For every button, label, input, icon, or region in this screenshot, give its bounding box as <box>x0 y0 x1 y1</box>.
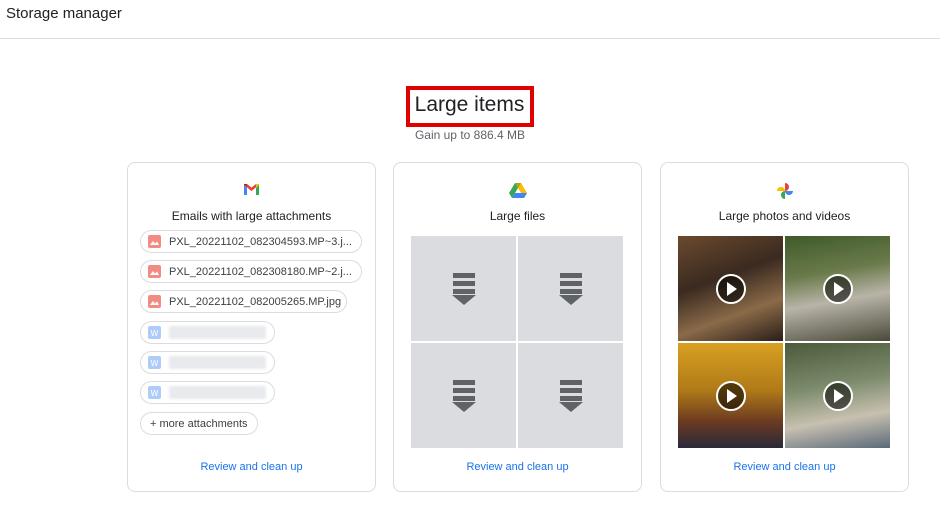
redacted-name <box>169 356 266 369</box>
attachment-name: PXL_20221102_082304593.MP~3.j... <box>169 235 352 248</box>
image-file-icon <box>148 265 161 278</box>
play-icon <box>822 380 853 411</box>
video-thumbnail[interactable] <box>678 236 783 341</box>
redacted-name <box>169 386 266 399</box>
large-photos-card: Large photos and videos Review and clean… <box>660 162 909 492</box>
review-clean-up-link[interactable]: Review and clean up <box>661 461 908 473</box>
word-file-icon: W <box>148 386 161 399</box>
more-attachments-button[interactable]: + more attachments <box>140 412 258 435</box>
attachment-chip[interactable]: W <box>140 381 275 404</box>
video-thumbnail[interactable] <box>678 343 783 448</box>
word-file-icon: W <box>148 356 161 369</box>
play-icon <box>715 273 746 304</box>
attachment-name: PXL_20221102_082308180.MP~2.j... <box>169 265 352 278</box>
top-bar: Storage manager <box>0 0 940 39</box>
download-icon <box>558 379 583 412</box>
attachment-name: PXL_20221102_082005265.MP.jpg <box>169 295 342 308</box>
attachment-chip[interactable]: W <box>140 351 275 374</box>
video-thumbnail[interactable] <box>785 343 890 448</box>
attachment-chip[interactable]: PXL_20221102_082304593.MP~3.j... <box>140 230 362 253</box>
play-icon <box>715 380 746 411</box>
large-files-card: Large files Review and clean up <box>393 162 642 492</box>
page-title: Large items <box>405 86 535 127</box>
play-icon <box>822 273 853 304</box>
card-title: Large photos and videos <box>718 209 851 223</box>
image-file-icon <box>148 235 161 248</box>
google-photos-icon <box>661 183 908 199</box>
card-title: Emails with large attachments <box>171 209 332 223</box>
word-file-icon: W <box>148 326 161 339</box>
download-icon <box>451 272 476 305</box>
redacted-name <box>169 326 266 339</box>
media-preview-grid <box>678 236 892 450</box>
attachment-chip[interactable]: PXL_20221102_082308180.MP~2.j... <box>140 260 362 283</box>
svg-text:W: W <box>151 329 159 338</box>
google-drive-icon <box>394 183 641 199</box>
file-preview-tile[interactable] <box>411 236 516 341</box>
image-file-icon <box>148 295 161 308</box>
gmail-icon <box>128 183 375 199</box>
app-title: Storage manager <box>6 5 122 22</box>
download-icon <box>451 379 476 412</box>
card-title: Large files <box>489 209 546 223</box>
file-preview-grid <box>411 236 625 450</box>
review-clean-up-link[interactable]: Review and clean up <box>128 461 375 473</box>
attachment-chip[interactable]: W <box>140 321 275 344</box>
attachment-chip[interactable]: PXL_20221102_082005265.MP.jpg <box>140 290 347 313</box>
svg-text:W: W <box>151 389 159 398</box>
file-preview-tile[interactable] <box>518 236 623 341</box>
gmail-attachments-card: Emails with large attachments PXL_202211… <box>127 162 376 492</box>
video-thumbnail[interactable] <box>785 236 890 341</box>
page-subtitle: Gain up to 886.4 MB <box>414 128 526 142</box>
file-preview-tile[interactable] <box>411 343 516 448</box>
download-icon <box>558 272 583 305</box>
headline: Large items <box>0 86 940 127</box>
review-clean-up-link[interactable]: Review and clean up <box>394 461 641 473</box>
svg-text:W: W <box>151 359 159 368</box>
file-preview-tile[interactable] <box>518 343 623 448</box>
